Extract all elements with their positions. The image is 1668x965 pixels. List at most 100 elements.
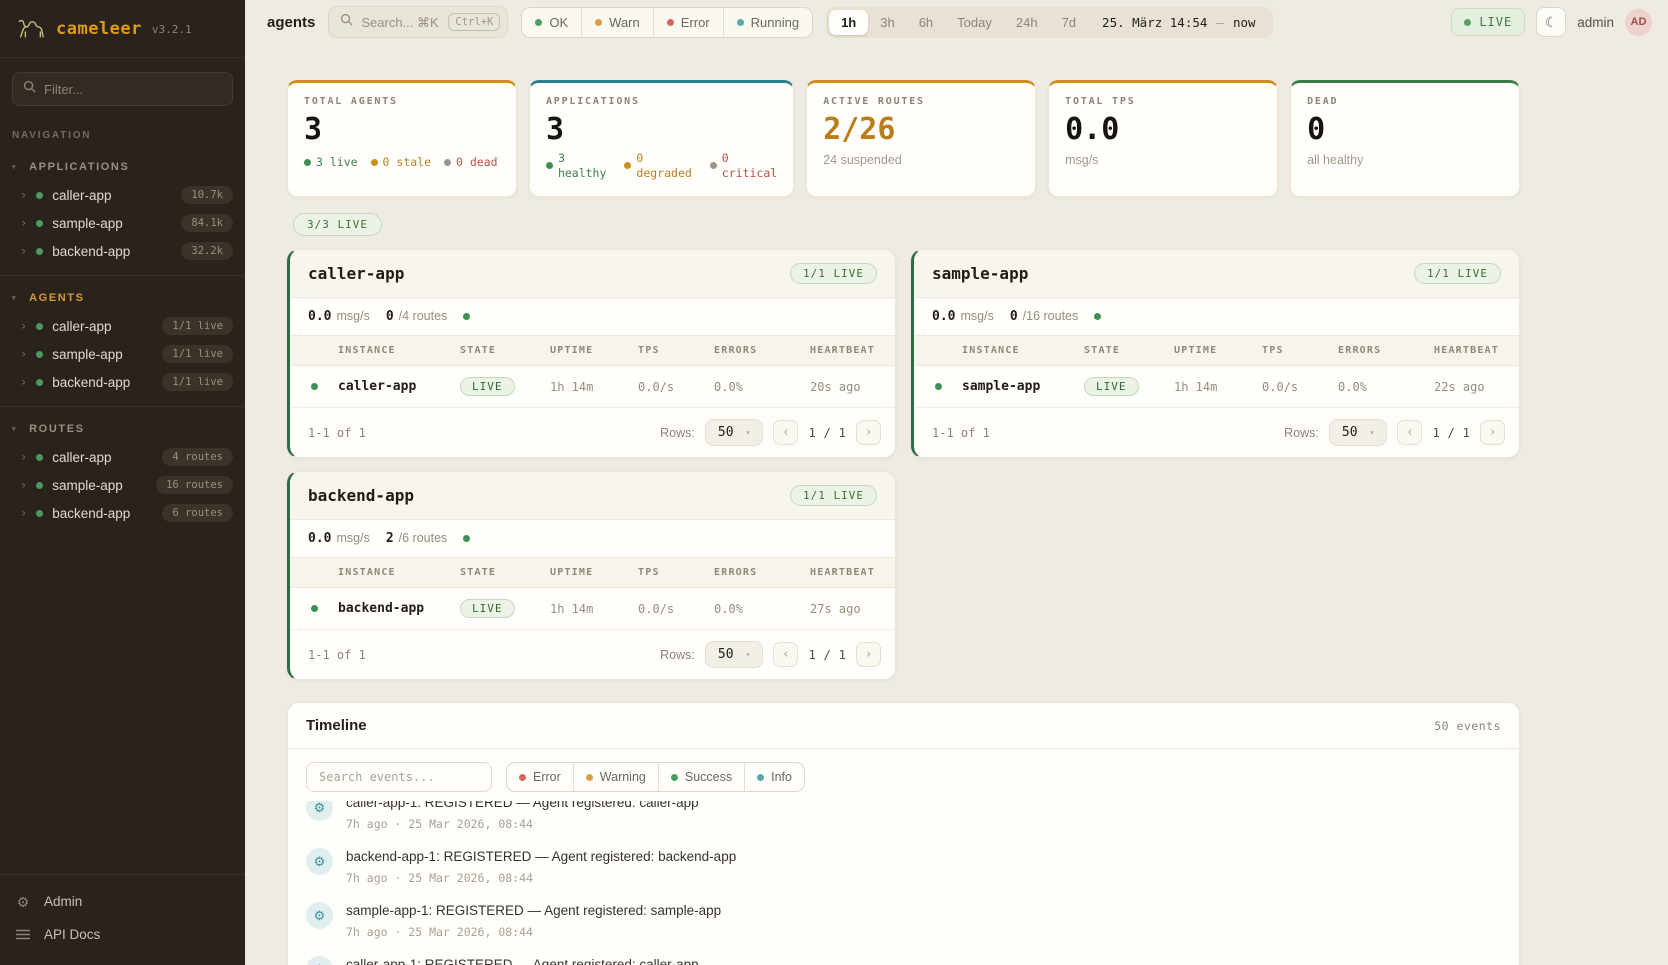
table-row[interactable]: backend-app LIVE 1h 14m 0.0/s 0.0% 27s a… — [290, 588, 895, 630]
table-header: INSTANCE STATE UPTIME TPS ERRORS HEARTBE… — [290, 557, 895, 588]
range-button-3h[interactable]: 3h — [868, 10, 906, 35]
status-filter-error[interactable]: Error — [654, 8, 724, 37]
sidebar-item-admin[interactable]: ⚙ Admin — [0, 885, 245, 918]
count-badge: 10.7k — [181, 186, 233, 204]
page-indicator: 1 / 1 — [1432, 425, 1470, 440]
sidebar-item-routes-backend-app[interactable]: › backend-app 6 routes — [0, 499, 245, 527]
range-button-6h[interactable]: 6h — [907, 10, 945, 35]
table-header: INSTANCE STATE UPTIME TPS ERRORS HEARTBE… — [290, 335, 895, 366]
sidebar-item-agents-caller-app[interactable]: › caller-app 1/1 live — [0, 312, 245, 340]
theme-toggle-button[interactable]: ☾ — [1536, 7, 1566, 37]
page-indicator: 1 / 1 — [808, 425, 846, 440]
date-range-display[interactable]: 25. März 14:54 — now — [1088, 15, 1269, 30]
next-page-button[interactable]: › — [856, 642, 881, 667]
stale-dot — [371, 159, 378, 166]
nav-section-agents: ▾ AGENTS › caller-app 1/1 live › sample-… — [0, 275, 245, 406]
sidebar-item-agents-backend-app[interactable]: › backend-app 1/1 live — [0, 368, 245, 396]
stat-value: 2/26 — [823, 113, 1019, 146]
page-title: agents — [267, 14, 315, 31]
count-badge: 1/1 live — [162, 373, 233, 391]
timeline-filter-error[interactable]: Error — [507, 763, 574, 791]
count-badge: 16 routes — [156, 476, 233, 494]
timeline-card: Timeline 50 events Error Warn — [287, 702, 1520, 965]
sidebar-item-routes-caller-app[interactable]: › caller-app 4 routes — [0, 443, 245, 471]
timeline-event[interactable]: ⚙ caller-app-1: REGISTERED — Agent regis… — [288, 801, 1519, 840]
ok-dot — [535, 19, 542, 26]
timeline-event[interactable]: ⚙ caller-app-1: REGISTERED — Agent regis… — [288, 948, 1519, 965]
app-card-title: sample-app — [932, 264, 1028, 283]
gear-icon: ⚙ — [306, 801, 333, 821]
avatar[interactable]: AD — [1625, 9, 1652, 36]
table-row[interactable]: caller-app LIVE 1h 14m 0.0/s 0.0% 20s ag… — [290, 366, 895, 408]
status-filter-running[interactable]: Running — [724, 8, 812, 37]
sidebar-item-agents-sample-app[interactable]: › sample-app 1/1 live — [0, 340, 245, 368]
chevron-right-icon: › — [20, 319, 27, 333]
degraded-dot — [624, 162, 631, 169]
stat-card-active-routes: ACTIVE ROUTES 2/26 24 suspended — [806, 80, 1036, 197]
range-button-today[interactable]: Today — [945, 10, 1004, 35]
nav-section-applications: ▾ APPLICATIONS › caller-app 10.7k › samp… — [0, 145, 245, 275]
table-row[interactable]: sample-app LIVE 1h 14m 0.0/s 0.0% 22s ag… — [914, 366, 1519, 408]
rows-per-page-select[interactable]: 50 ▾ — [705, 641, 763, 668]
timeline-events-list[interactable]: ⚙ caller-app-1: REGISTERED — Agent regis… — [288, 801, 1519, 965]
next-page-button[interactable]: › — [1480, 420, 1505, 445]
sidebar-item-api-docs[interactable]: API Docs — [0, 918, 245, 951]
health-dot — [1094, 313, 1101, 320]
instance-status-dot — [311, 605, 318, 612]
sidebar-item-applications-backend-app[interactable]: › backend-app 32.2k — [0, 237, 245, 265]
nav-section-routes: ▾ ROUTES › caller-app 4 routes › sample-… — [0, 406, 245, 537]
caret-down-icon: ▾ — [746, 650, 751, 659]
stat-value: 3 — [304, 113, 500, 146]
chevron-right-icon: › — [20, 506, 27, 520]
caret-down-icon: ▾ — [12, 425, 17, 433]
timeline-filter-info[interactable]: Info — [745, 763, 804, 791]
range-button-24h[interactable]: 24h — [1004, 10, 1050, 35]
rows-per-page-select[interactable]: 50 ▾ — [705, 419, 763, 446]
section-header-applications[interactable]: ▾ APPLICATIONS — [0, 153, 245, 181]
error-dot — [667, 19, 674, 26]
section-header-agents[interactable]: ▾ AGENTS — [0, 284, 245, 312]
status-dot — [36, 454, 43, 461]
status-dot — [36, 248, 43, 255]
topbar-right: LIVE ☾ admin AD — [1451, 7, 1652, 37]
table-header: INSTANCE STATE UPTIME TPS ERRORS HEARTBE… — [914, 335, 1519, 366]
moon-icon: ☾ — [1545, 14, 1558, 31]
chevron-right-icon: › — [20, 375, 27, 389]
range-button-7d[interactable]: 7d — [1050, 10, 1088, 35]
timeline-event[interactable]: ⚙ backend-app-1: REGISTERED — Agent regi… — [288, 840, 1519, 894]
count-badge: 6 routes — [162, 504, 233, 522]
timeline-event[interactable]: ⚙ sample-app-1: REGISTERED — Agent regis… — [288, 894, 1519, 948]
events-search-input[interactable] — [319, 770, 479, 784]
app-stats-line: 0.0msg/s 2/6 routes — [290, 520, 895, 557]
sidebar-item-routes-sample-app[interactable]: › sample-app 16 routes — [0, 471, 245, 499]
gear-icon: ⚙ — [306, 848, 333, 875]
timeline-filter-warning[interactable]: Warning — [574, 763, 659, 791]
range-button-1h[interactable]: 1h — [829, 10, 868, 35]
prev-page-button[interactable]: ‹ — [1397, 420, 1422, 445]
gear-icon: ⚙ — [306, 902, 333, 929]
count-badge: 1/1 live — [162, 317, 233, 335]
main-area: agents Ctrl+K OK Warn Error Ru — [245, 0, 1668, 965]
sidebar-item-applications-sample-app[interactable]: › sample-app 84.1k — [0, 209, 245, 237]
prev-page-button[interactable]: ‹ — [773, 642, 798, 667]
section-header-routes[interactable]: ▾ ROUTES — [0, 415, 245, 443]
gear-icon: ⚙ — [306, 956, 333, 965]
sidebar-item-applications-caller-app[interactable]: › caller-app 10.7k — [0, 181, 245, 209]
status-filter-warn[interactable]: Warn — [582, 8, 654, 37]
list-icon — [15, 928, 31, 942]
next-page-button[interactable]: › — [856, 420, 881, 445]
app-card-caller-app: caller-app 1/1 LIVE 0.0msg/s 0/4 routes … — [287, 249, 896, 458]
sidebar-filter-input[interactable] — [44, 82, 222, 97]
global-search-input[interactable] — [361, 15, 440, 30]
success-dot — [671, 774, 678, 781]
rows-per-page-select[interactable]: 50 ▾ — [1329, 419, 1387, 446]
live-status-badge[interactable]: LIVE — [1451, 8, 1525, 36]
timeline-filter-success[interactable]: Success — [659, 763, 745, 791]
prev-page-button[interactable]: ‹ — [773, 420, 798, 445]
gear-icon: ⚙ — [15, 895, 31, 909]
events-search — [306, 762, 492, 792]
state-badge: LIVE — [1084, 377, 1139, 396]
state-badge: LIVE — [460, 599, 515, 618]
status-filter-ok[interactable]: OK — [522, 8, 582, 37]
global-search: Ctrl+K — [328, 6, 508, 38]
